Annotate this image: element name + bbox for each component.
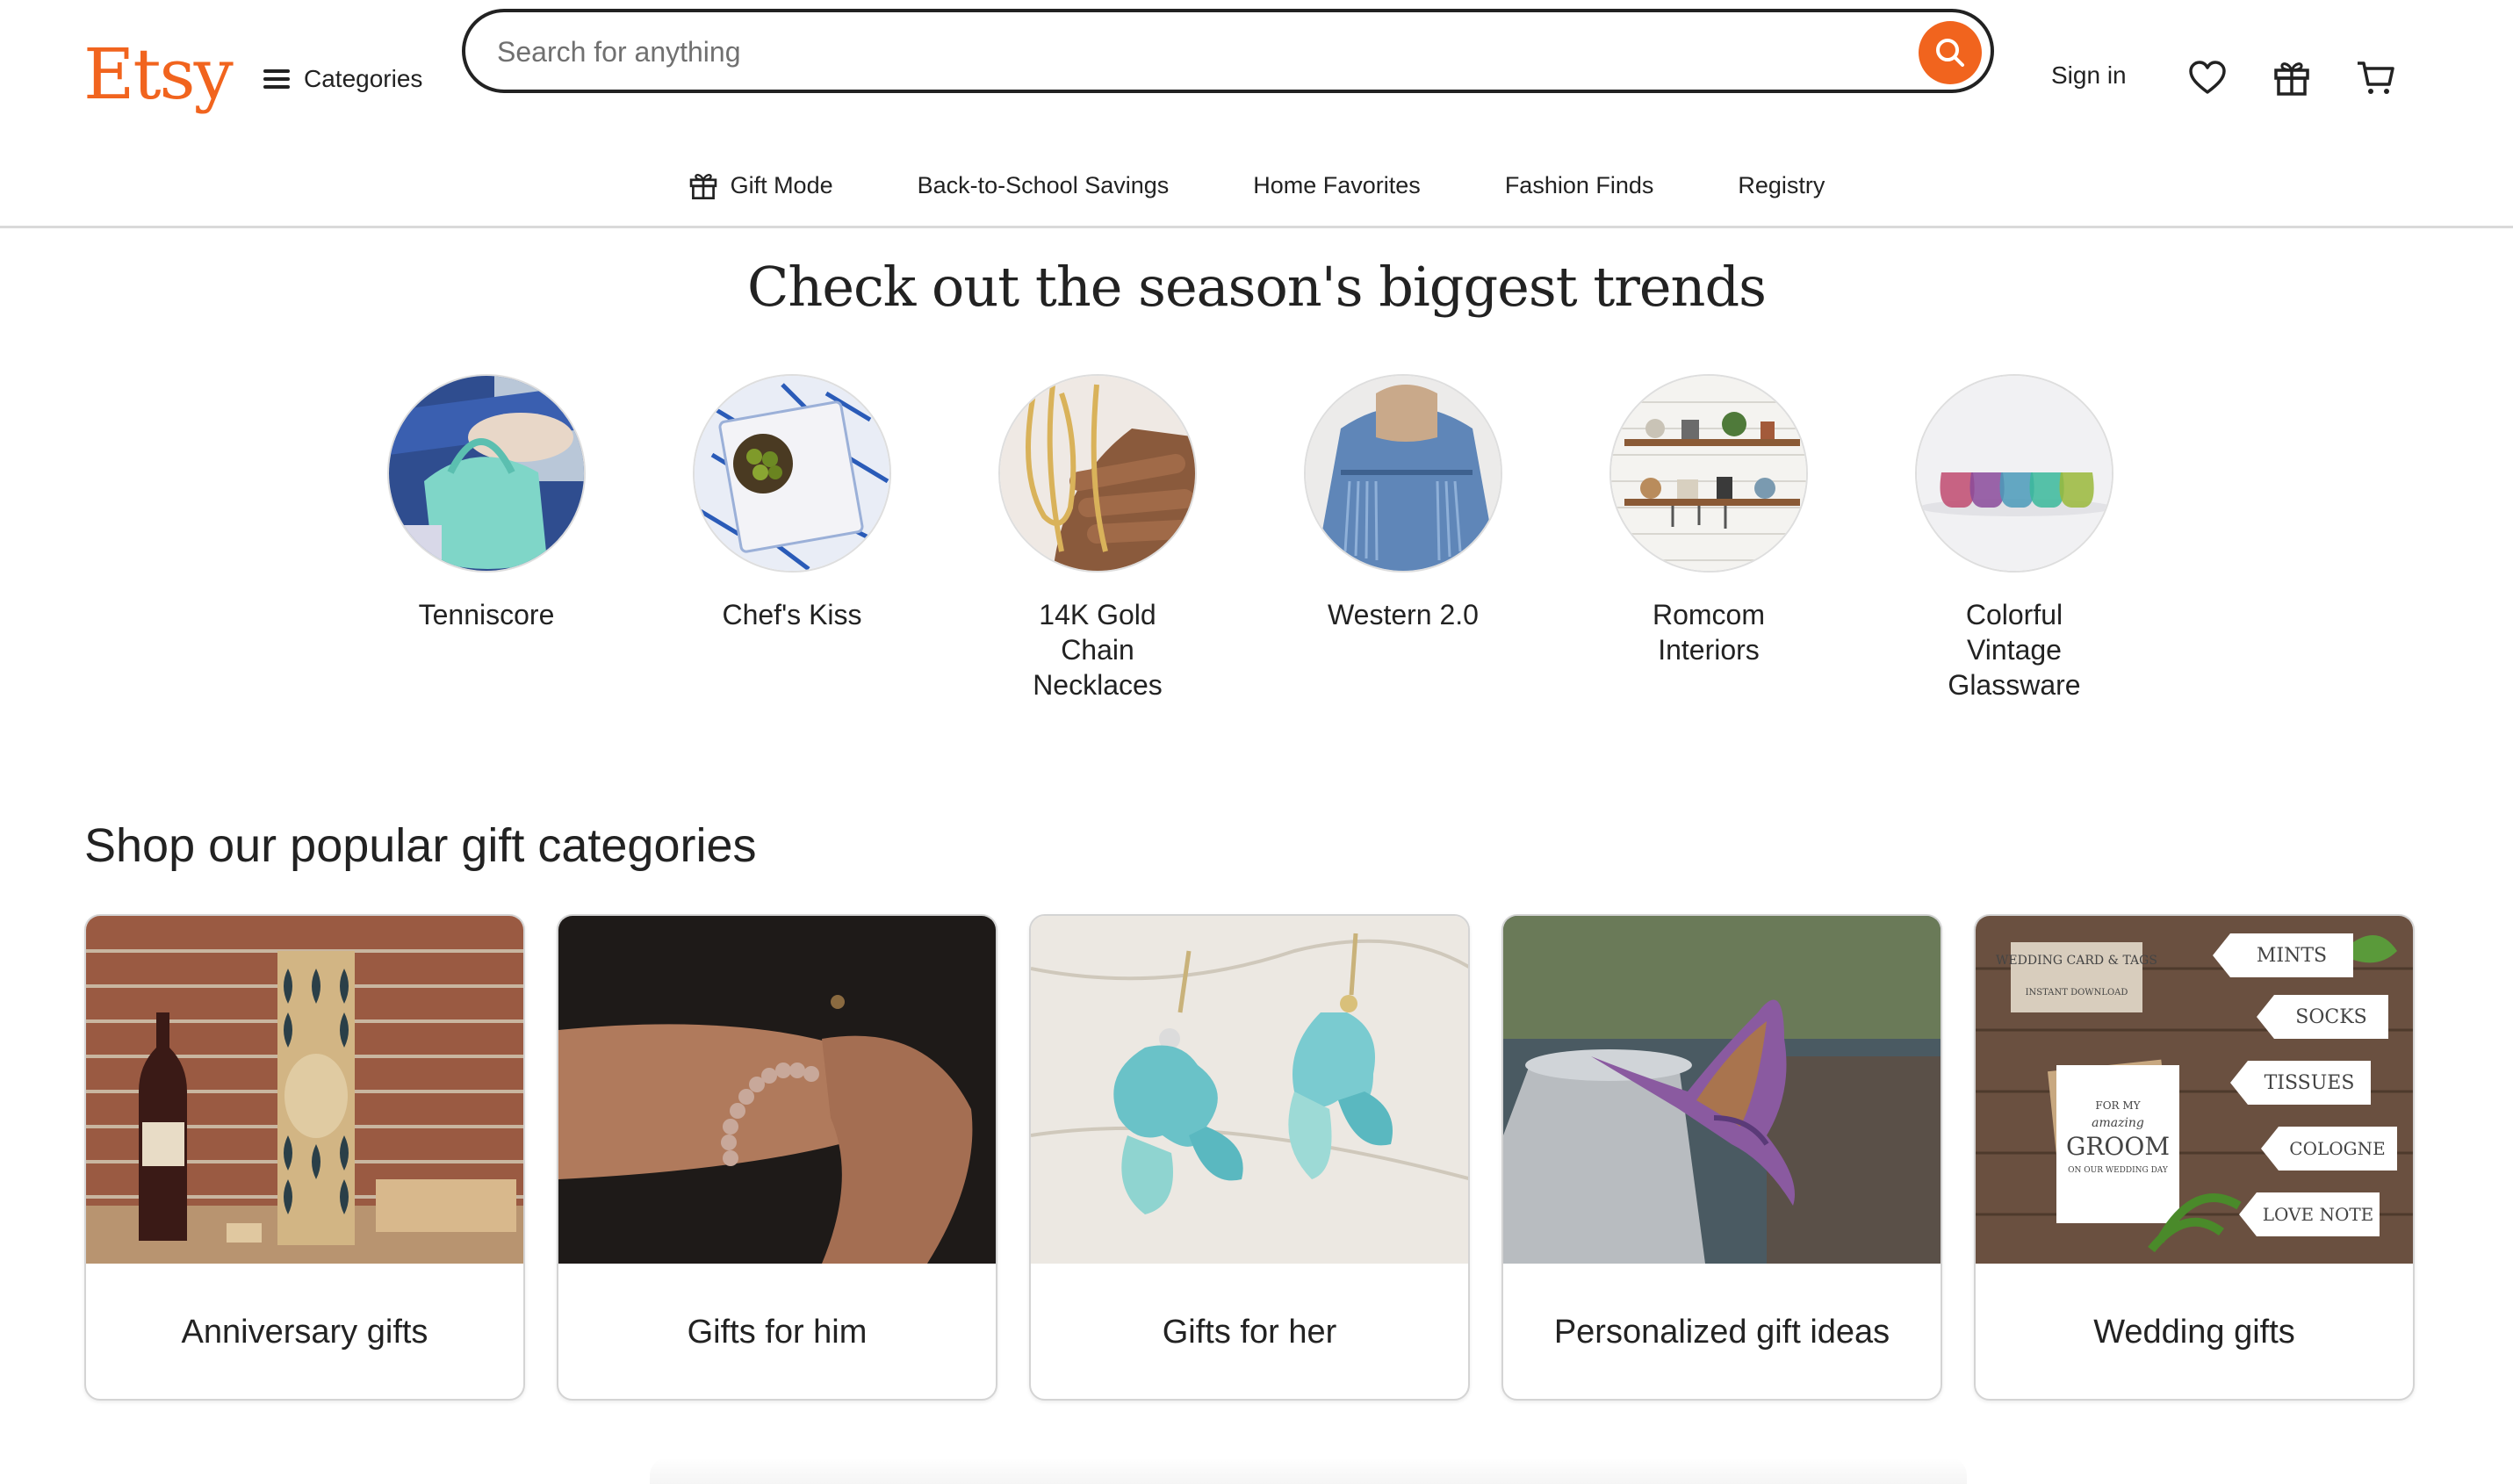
cart-button[interactable] bbox=[2350, 51, 2402, 104]
gift-icon bbox=[689, 174, 716, 200]
gift-card-label: Wedding gifts bbox=[2093, 1313, 2295, 1351]
trend-label: Romcom Interiors bbox=[1652, 599, 1765, 666]
gift-card-wedding[interactable]: WEDDING CARD & TAGS INSTANT DOWNLOAD FOR… bbox=[1974, 914, 2415, 1401]
trend-image bbox=[387, 374, 586, 573]
nav-item-fashion-finds[interactable]: Fashion Finds bbox=[1463, 172, 1696, 199]
nav-item-back-to-school[interactable]: Back-to-School Savings bbox=[875, 172, 1212, 199]
nav-item-label: Fashion Finds bbox=[1504, 171, 1654, 198]
trends-title: Check out the season's biggest trends bbox=[746, 255, 1767, 319]
trend-image bbox=[693, 374, 891, 573]
gift-card-label: Gifts for him bbox=[687, 1313, 868, 1351]
trend-label: 14K Gold Chain Necklaces bbox=[1033, 599, 1163, 701]
wedding-card-subtitle: INSTANT DOWNLOAD bbox=[2026, 988, 2128, 998]
trend-item-chefs-kiss[interactable]: Chef's Kiss bbox=[678, 374, 906, 632]
trend-item-romcom-interiors[interactable]: Romcom Interiors bbox=[1595, 374, 1823, 667]
wedding-card-title: WEDDING CARD & TAGS bbox=[1996, 954, 2157, 968]
trend-label: Colorful Vintage Glassware bbox=[1948, 599, 2081, 701]
gift-card-image: WEDDING CARD & TAGS INSTANT DOWNLOAD FOR… bbox=[1976, 916, 2413, 1264]
next-section-edge bbox=[650, 1458, 1967, 1484]
nav-item-gift-mode[interactable]: Gift Mode bbox=[646, 170, 875, 200]
trend-label: Chef's Kiss bbox=[722, 599, 862, 630]
search-button[interactable] bbox=[1919, 21, 1982, 84]
groom-card-for: FOR MY bbox=[2095, 1099, 2141, 1112]
menu-icon bbox=[263, 69, 290, 89]
nav-item-registry[interactable]: Registry bbox=[1696, 172, 1867, 199]
trend-image bbox=[1304, 374, 1502, 573]
groom-card-word: GROOM bbox=[2066, 1132, 2170, 1161]
gift-categories-title: Shop our popular gift categories bbox=[84, 819, 757, 872]
tag-label: SOCKS bbox=[2295, 1006, 2366, 1028]
gift-card-personalized[interactable]: Personalized gift ideas bbox=[1501, 914, 1942, 1401]
trend-image bbox=[998, 374, 1197, 573]
gift-card-image bbox=[86, 916, 523, 1264]
gift-icon bbox=[2274, 62, 2309, 96]
tag-label: COLOGNE bbox=[2289, 1138, 2385, 1159]
nav-item-label: Back-to-School Savings bbox=[917, 171, 1170, 198]
gift-card-label: Gifts for her bbox=[1162, 1313, 1337, 1351]
trend-image bbox=[1609, 374, 1808, 573]
gift-card-image bbox=[1031, 916, 1468, 1264]
nav-item-label: Registry bbox=[1738, 171, 1825, 198]
gift-card-label: Personalized gift ideas bbox=[1553, 1313, 1890, 1351]
nav-item-label: Gift Mode bbox=[730, 171, 833, 198]
groom-card-amazing: amazing bbox=[2092, 1116, 2144, 1130]
trend-image bbox=[1915, 374, 2113, 573]
trend-label: Western 2.0 bbox=[1328, 599, 1479, 630]
trend-item-western[interactable]: Western 2.0 bbox=[1289, 374, 1517, 632]
gift-card-her[interactable]: Gifts for her bbox=[1029, 914, 1470, 1401]
gift-card-anniversary[interactable]: Anniversary gifts bbox=[84, 914, 525, 1401]
search-bar bbox=[462, 9, 1994, 93]
tag-label: LOVE NOTE bbox=[2263, 1204, 2374, 1225]
categories-button[interactable]: Categories bbox=[263, 60, 422, 98]
site-header: Etsy Categories Sign in bbox=[0, 0, 2513, 228]
main-nav: Gift Mode Back-to-School Savings Home Fa… bbox=[0, 163, 2513, 207]
gift-card-him[interactable]: Gifts for him bbox=[557, 914, 997, 1401]
search-icon bbox=[1936, 39, 1964, 67]
gift-mode-button[interactable] bbox=[2265, 51, 2318, 104]
groom-card-subtitle: ON OUR WEDDING DAY bbox=[2068, 1166, 2169, 1175]
etsy-logo[interactable]: Etsy bbox=[83, 33, 234, 115]
gift-card-image bbox=[1503, 916, 1941, 1264]
trend-label: Tenniscore bbox=[418, 599, 555, 630]
categories-label: Categories bbox=[304, 65, 423, 92]
gift-card-image bbox=[558, 916, 996, 1264]
tag-label: TISSUES bbox=[2265, 1072, 2355, 1094]
nav-item-label: Home Favorites bbox=[1253, 171, 1421, 198]
tag-label: MINTS bbox=[2257, 945, 2327, 967]
gift-card-label: Anniversary gifts bbox=[181, 1313, 428, 1351]
sign-in-link[interactable]: Sign in bbox=[2051, 61, 2127, 90]
trend-item-tenniscore[interactable]: Tenniscore bbox=[372, 374, 601, 632]
favorites-button[interactable] bbox=[2181, 51, 2234, 104]
search-input[interactable] bbox=[497, 30, 1867, 74]
nav-item-home-favorites[interactable]: Home Favorites bbox=[1211, 172, 1463, 199]
heart-icon bbox=[2189, 61, 2226, 94]
trend-item-colorful-glassware[interactable]: Colorful Vintage Glassware bbox=[1900, 374, 2128, 702]
cart-icon bbox=[2358, 61, 2394, 94]
trend-item-gold-chain-necklaces[interactable]: 14K Gold Chain Necklaces bbox=[983, 374, 1212, 702]
